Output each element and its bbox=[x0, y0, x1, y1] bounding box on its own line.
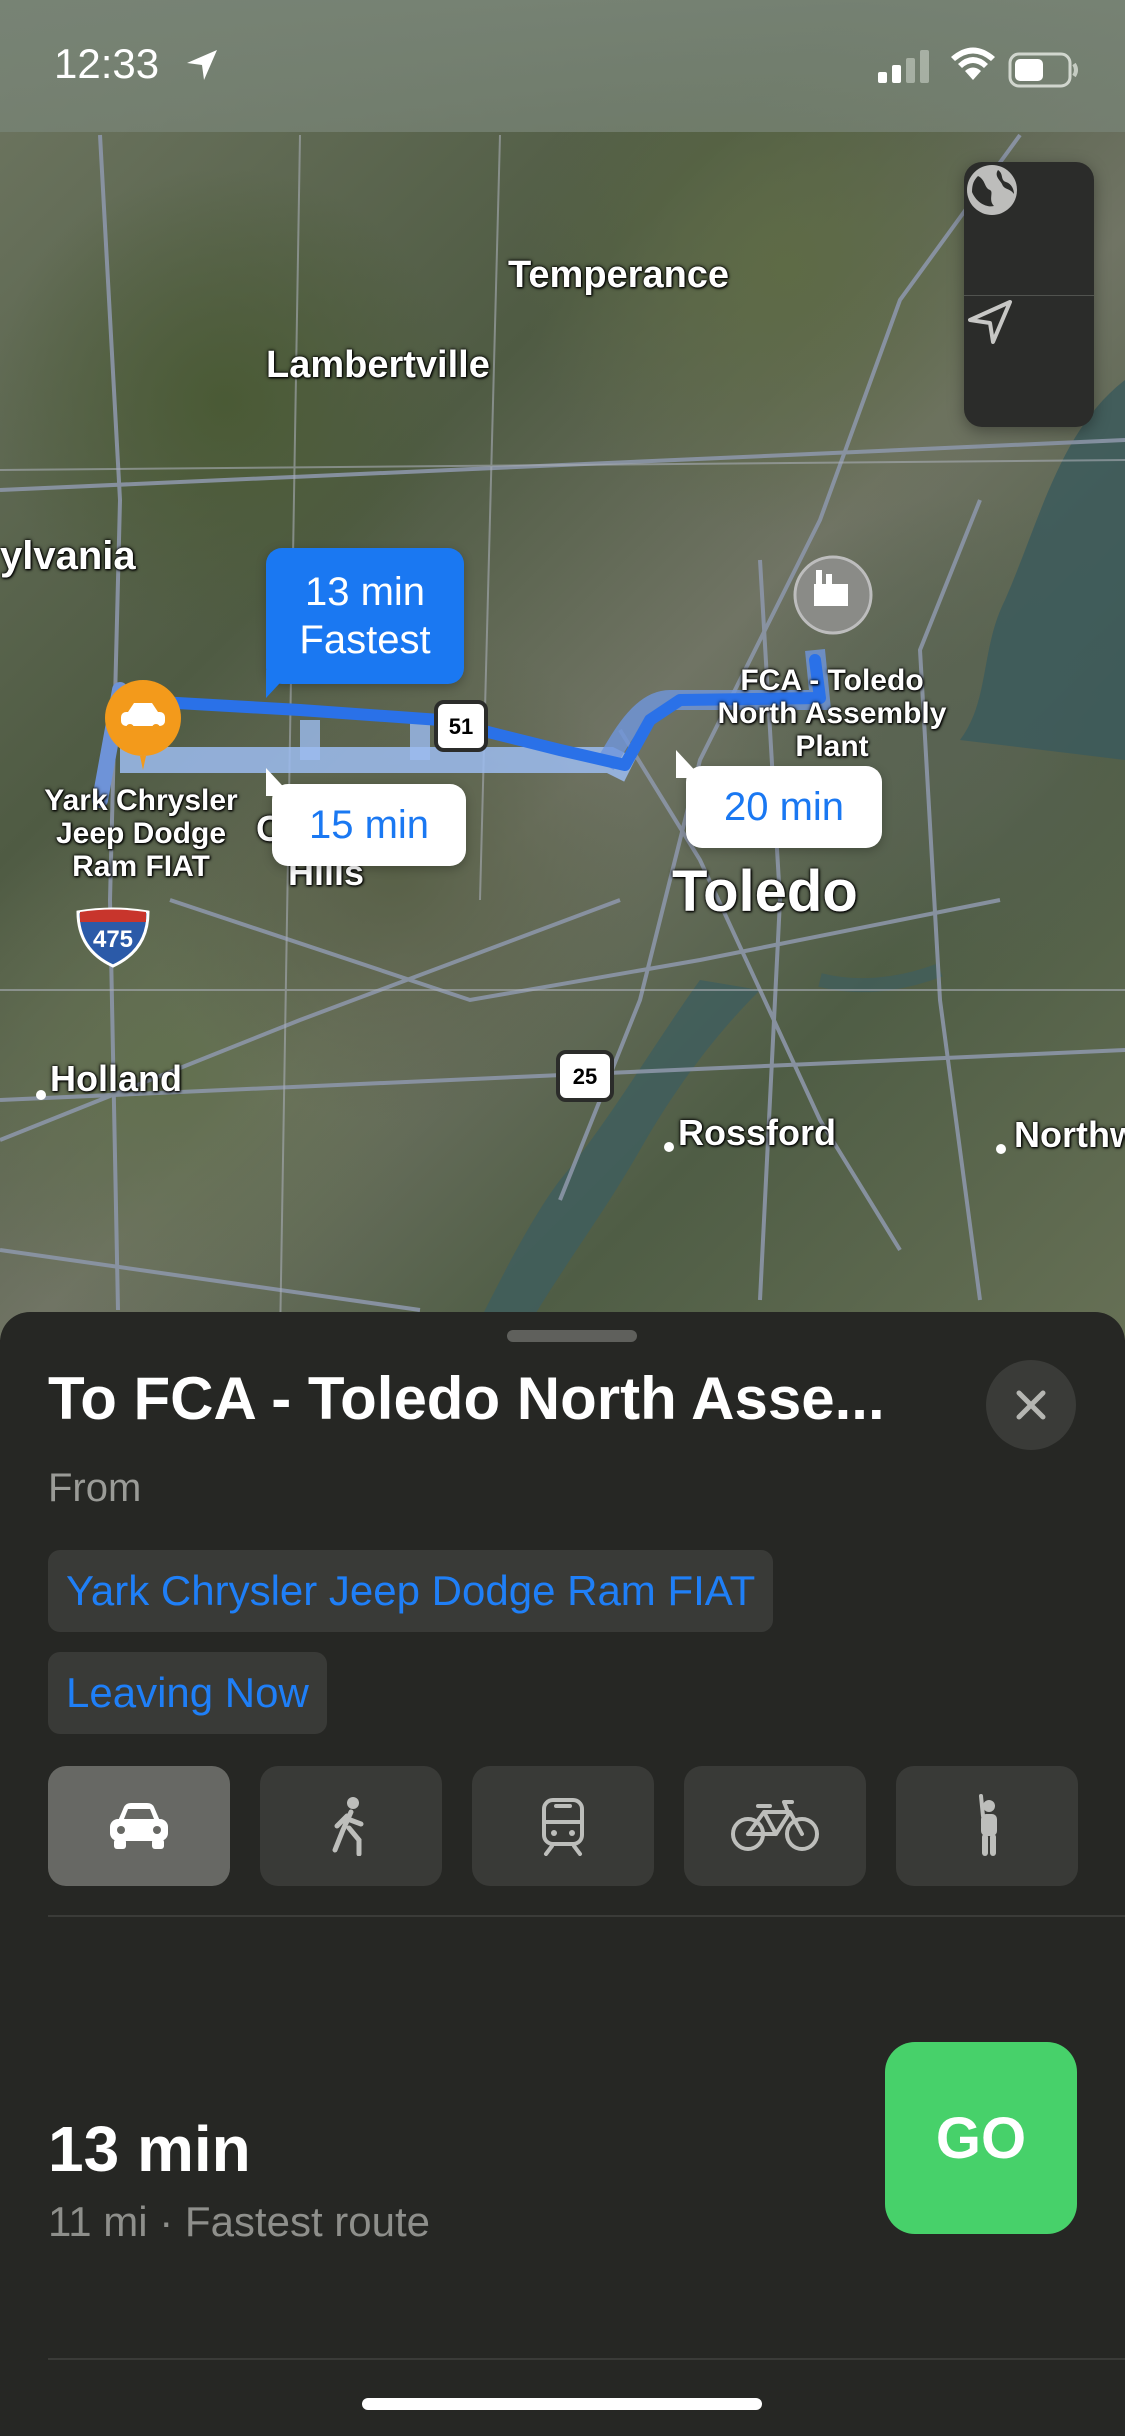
origin-label-line1: Yark Chrysler bbox=[44, 784, 238, 817]
destination-label-line2: North Assembly bbox=[717, 697, 947, 730]
status-time: 12:33 bbox=[54, 40, 160, 87]
destination-label[interactable]: FCA - Toledo North Assembly Plant bbox=[690, 664, 974, 763]
fastest-route-label: Fastest bbox=[299, 618, 431, 662]
go-button[interactable]: GO bbox=[885, 2042, 1077, 2234]
mode-drive-button[interactable] bbox=[48, 1766, 230, 1886]
place-rossford: Rossford bbox=[678, 1112, 837, 1153]
route-25-shield: 25 bbox=[556, 1050, 614, 1102]
map-controls bbox=[964, 162, 1094, 427]
location-icon bbox=[968, 300, 1012, 344]
alt-route-2-time: 20 min bbox=[723, 785, 845, 829]
interstate-475-label: 475 bbox=[92, 926, 134, 953]
sheet-grabber[interactable] bbox=[507, 1330, 637, 1342]
place-temperance: Temperance bbox=[508, 254, 730, 296]
route-divider bbox=[48, 2358, 1125, 2360]
mode-walk-button[interactable] bbox=[260, 1766, 442, 1886]
bicycle-icon bbox=[731, 1800, 819, 1851]
origin-label-line3: Ram FIAT bbox=[72, 850, 210, 883]
mode-cycle-button[interactable] bbox=[684, 1766, 866, 1886]
directions-sheet: To FCA - Toledo North Asse... From Yark … bbox=[0, 1312, 1125, 2436]
close-button[interactable] bbox=[986, 1360, 1076, 1450]
from-label: From bbox=[48, 1466, 142, 1510]
wifi-icon bbox=[951, 47, 995, 80]
signal-icon bbox=[878, 50, 929, 83]
location-arrow-icon bbox=[187, 50, 217, 80]
modes-divider bbox=[48, 1915, 1125, 1917]
rideshare-icon bbox=[979, 1794, 997, 1856]
alt-route-1-time: 15 min bbox=[308, 803, 430, 847]
walk-icon bbox=[332, 1797, 364, 1856]
status-bar: 12:33 bbox=[0, 0, 1125, 132]
route-25-label: 25 bbox=[572, 1064, 598, 1089]
battery-icon bbox=[1008, 52, 1078, 88]
leaving-now-chip[interactable]: Leaving Now bbox=[48, 1652, 327, 1734]
route-info: 11 mi · Fastest route bbox=[48, 2198, 431, 2245]
mode-transit-button[interactable] bbox=[472, 1766, 654, 1886]
mode-ride-button[interactable] bbox=[896, 1766, 1078, 1886]
northwood-dot bbox=[996, 1144, 1006, 1154]
alt-route-2-bubble[interactable]: 20 min bbox=[686, 766, 882, 848]
place-toledo: Toledo bbox=[672, 859, 858, 924]
route-eta: 13 min bbox=[48, 2113, 251, 2185]
place-sylvania: ylvania bbox=[0, 534, 136, 578]
alt-route-1-bubble[interactable]: 15 min bbox=[272, 784, 466, 866]
place-holland: Holland bbox=[50, 1058, 182, 1099]
rossford-dot bbox=[664, 1142, 674, 1152]
car-icon bbox=[110, 1803, 168, 1849]
destination-label-line3: Plant bbox=[795, 730, 869, 763]
route-51-shield: 51 bbox=[434, 700, 488, 752]
from-location-chip[interactable]: Yark Chrysler Jeep Dodge Ram FIAT bbox=[48, 1550, 774, 1632]
holland-dot bbox=[36, 1090, 46, 1100]
fastest-bubble-tail bbox=[266, 670, 292, 698]
origin-label[interactable]: Yark Chrysler Jeep Dodge Ram FIAT bbox=[26, 784, 256, 883]
route-51-label: 51 bbox=[448, 714, 474, 739]
globe-icon bbox=[967, 165, 1017, 215]
current-location-button[interactable] bbox=[964, 296, 1094, 428]
destination-title: To FCA - Toledo North Asse... bbox=[48, 1365, 885, 1432]
map-mode-button[interactable] bbox=[964, 162, 1094, 294]
close-icon bbox=[1016, 1390, 1046, 1420]
fastest-route-time: 13 min bbox=[304, 570, 426, 614]
fastest-route-bubble[interactable]: 13 min Fastest bbox=[266, 548, 464, 684]
interstate-475-shield: 475 bbox=[74, 906, 152, 968]
place-northwood: Northw bbox=[1014, 1114, 1125, 1155]
map-view[interactable]: 475 51 25 Temperance Lambertville ylvani… bbox=[0, 0, 1125, 1340]
place-lambertville: Lambertville bbox=[266, 344, 490, 386]
destination-label-line1: FCA - Toledo bbox=[740, 664, 924, 697]
alt1-bubble-tail bbox=[266, 768, 292, 796]
origin-label-line2: Jeep Dodge bbox=[55, 817, 227, 850]
transit-icon bbox=[542, 1798, 584, 1856]
home-indicator[interactable] bbox=[362, 2398, 762, 2410]
alt2-bubble-tail bbox=[676, 750, 702, 778]
